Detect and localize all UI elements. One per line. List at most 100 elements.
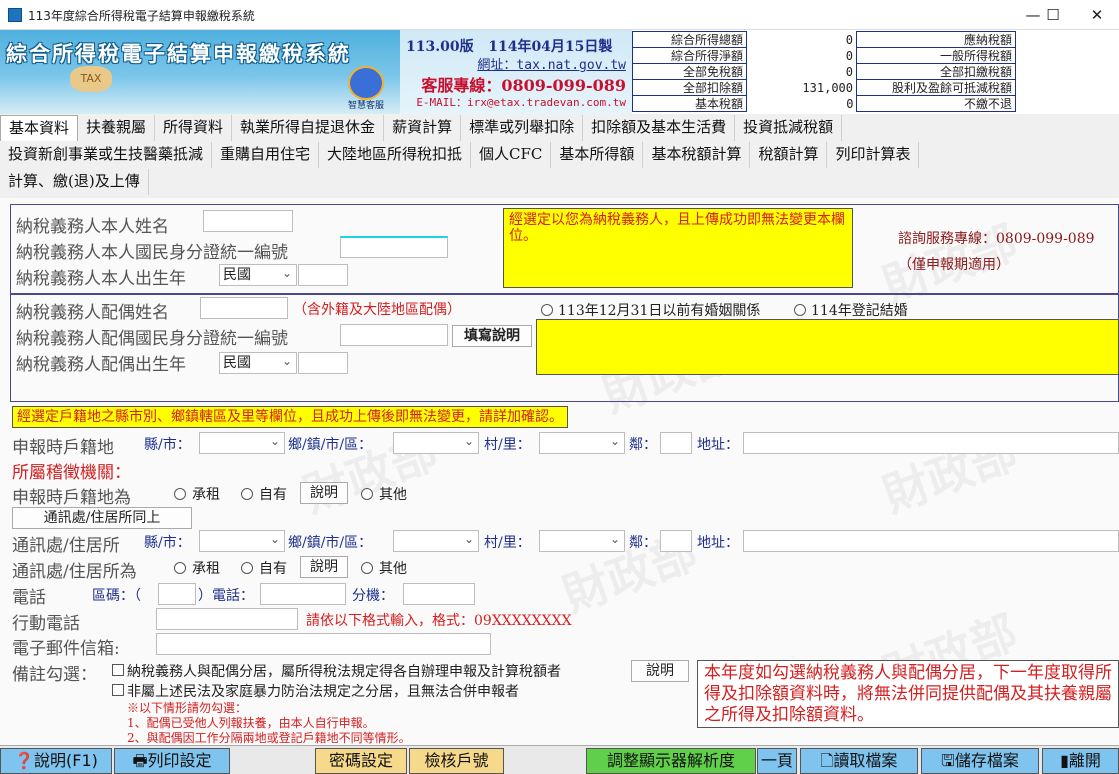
county-label: 縣/市： <box>144 437 191 453</box>
household-address-input[interactable] <box>743 432 1119 454</box>
summary-label: 全部扣除額 <box>632 79 747 96</box>
tab-basic-info[interactable]: 基本資料 <box>0 115 79 141</box>
mailing-neighborhood-input[interactable] <box>660 530 692 552</box>
mailing-township-select[interactable] <box>393 529 479 552</box>
taxpayer-id-label: 納稅義務人本人國民身分證統一編號 <box>16 243 288 263</box>
taxpayer-name-input[interactable] <box>203 210 293 232</box>
household-village-select[interactable] <box>539 431 625 454</box>
neighborhood-label: 鄰： <box>629 437 657 453</box>
mailing-own-radio[interactable] <box>241 562 253 574</box>
tax-coin-icon: TAX <box>70 66 112 92</box>
mailing-rent-label: 承租 <box>192 561 220 577</box>
marriage-new-radio[interactable] <box>794 304 806 316</box>
assistant-mascot-icon[interactable] <box>348 66 384 100</box>
village-label: 村/里： <box>484 535 531 551</box>
adjust-resolution-button[interactable]: 調整顯示器解析度 <box>586 748 756 774</box>
same-address-button[interactable]: 通訊處/住居所同上 <box>12 507 192 529</box>
one-page-button[interactable]: 一頁 <box>757 748 797 774</box>
tab-investment-credit[interactable]: 投資抵減稅額 <box>735 115 843 141</box>
tab-income[interactable]: 所得資料 <box>155 115 233 141</box>
spouse-era-select[interactable]: 民國 <box>219 351 297 374</box>
read-file-button[interactable]: 🗋讀取檔案 <box>800 748 918 774</box>
mailing-village-select[interactable] <box>539 529 625 552</box>
household-township-select[interactable] <box>393 431 479 454</box>
household-rent-radio[interactable] <box>174 488 186 500</box>
household-own-radio[interactable] <box>241 488 253 500</box>
tab-mainland[interactable]: 大陸地區所得稅扣抵 <box>319 142 472 168</box>
assistant-label[interactable]: 智慧客服 <box>348 98 384 111</box>
household-label: 申報時戶籍地 <box>12 438 114 458</box>
website-link[interactable]: 網址：tax.nat.gov.tw <box>400 54 626 73</box>
non-separate-checkbox[interactable] <box>112 684 124 696</box>
tab-deduction-type[interactable]: 標準或列舉扣除 <box>461 115 584 141</box>
summary-value: 0 <box>845 48 853 63</box>
tab-deductions[interactable]: 扣除額及基本生活費 <box>583 115 736 141</box>
household-county-select[interactable] <box>199 431 285 454</box>
app-icon <box>8 8 22 22</box>
neighborhood-label: 鄰： <box>629 535 657 551</box>
check-household-button[interactable]: 檢核戶號 <box>409 748 504 774</box>
tab-house[interactable]: 重購自用住宅 <box>212 142 320 168</box>
email-input[interactable] <box>156 633 491 655</box>
tab-row-2: 投資新創事業或生技醫藥抵減 重購自用住宅 大陸地區所得稅扣抵 個人CFC 基本所… <box>0 142 1119 168</box>
save-file-button[interactable]: 🖫儲存檔案 <box>921 748 1039 774</box>
summary-value: 0 <box>845 64 853 79</box>
tab-print[interactable]: 列印計算表 <box>827 142 920 168</box>
mailing-address-input[interactable] <box>743 530 1119 552</box>
tab-salary[interactable]: 薪資計算 <box>384 115 462 141</box>
area-code-input[interactable] <box>158 583 196 605</box>
maximize-button[interactable]: ☐ <box>1030 0 1076 30</box>
exit-icon: ▮ <box>1060 751 1069 770</box>
spouse-id-label: 納稅義務人配偶國民身分證統一編號 <box>16 329 288 349</box>
taxpayer-era-select[interactable]: 民國 <box>219 263 297 286</box>
tab-basic-income[interactable]: 基本所得額 <box>551 142 644 168</box>
print-settings-button[interactable]: 🖶列印設定 <box>114 748 230 774</box>
mailing-explain-button[interactable]: 說明 <box>300 556 348 578</box>
household-explain-button[interactable]: 說明 <box>300 482 348 504</box>
spouse-name-note: （含外籍及大陸地區配偶） <box>293 302 461 318</box>
mobile-input[interactable] <box>156 608 298 630</box>
tab-startup-credit[interactable]: 投資新創事業或生技醫藥抵減 <box>0 142 213 168</box>
spouse-help-button[interactable]: 填寫說明 <box>452 325 532 347</box>
separate-living-checkbox[interactable] <box>112 664 124 676</box>
spouse-id-input[interactable] <box>340 324 448 346</box>
summary-label: 綜合所得淨額 <box>632 47 747 64</box>
tab-upload[interactable]: 計算、繳(退)及上傳 <box>0 169 149 195</box>
summary-label: 基本稅額 <box>632 95 747 112</box>
summary-value: 131,000 <box>802 80 853 95</box>
extension-input[interactable] <box>403 583 475 605</box>
bottom-toolbar: ❓說明(F1) 🖶列印設定 密碼設定 檢核戶號 調整顯示器解析度 一頁 🗋讀取檔… <box>0 745 1119 774</box>
spouse-birth-year-input[interactable] <box>298 352 348 374</box>
remarks-explain-button[interactable]: 說明 <box>631 660 689 682</box>
taxpayer-id-input[interactable] <box>340 236 448 258</box>
mailing-own-label: 自有 <box>259 561 287 577</box>
tab-basic-tax[interactable]: 基本稅額計算 <box>643 142 751 168</box>
tab-tax-calc[interactable]: 稅額計算 <box>750 142 828 168</box>
exit-button[interactable]: ▮離開 <box>1042 748 1119 774</box>
county-label: 縣/市： <box>144 535 191 551</box>
taxpayer-birth-year-input[interactable] <box>298 264 348 286</box>
tab-dependents[interactable]: 扶養親屬 <box>78 115 156 141</box>
save-icon: 🖫 <box>941 751 955 770</box>
spouse-birth-label: 納稅義務人配偶出生年 <box>16 355 186 375</box>
mailing-other-radio[interactable] <box>361 562 373 574</box>
close-button[interactable]: ✕ <box>1074 0 1119 30</box>
spouse-name-input[interactable] <box>200 297 288 319</box>
mobile-hint: 請依以下格式輸入，格式：09XXXXXXXX <box>306 613 572 629</box>
household-other-radio[interactable] <box>361 488 373 500</box>
mailing-rent-radio[interactable] <box>174 562 186 574</box>
marriage-before-radio[interactable] <box>541 304 553 316</box>
marriage-new-label: 114年登記結婚 <box>811 303 908 319</box>
tab-row-3: 計算、繳(退)及上傳 <box>0 169 1119 195</box>
phone-number-input[interactable] <box>260 583 346 605</box>
taxpayer-birth-label: 納稅義務人本人出生年 <box>16 269 186 289</box>
help-button[interactable]: ❓說明(F1) <box>0 748 112 774</box>
tab-cfc[interactable]: 個人CFC <box>471 142 552 168</box>
mailing-county-select[interactable] <box>199 529 285 552</box>
township-label: 鄉/鎮/市/區： <box>288 535 373 551</box>
tab-pension[interactable]: 執業所得自提退休金 <box>232 115 385 141</box>
household-neighborhood-input[interactable] <box>660 432 692 454</box>
password-settings-button[interactable]: 密碼設定 <box>315 748 407 774</box>
remarks-note-2: 2、與配偶因工作分隔兩地或登記戶籍地不同等情形。 <box>127 731 411 745</box>
separate-living-warning: 本年度如勾選納稅義務人與配偶分居，下一年度取得所得及扣除額資料時，將無法併同提供… <box>697 660 1119 728</box>
